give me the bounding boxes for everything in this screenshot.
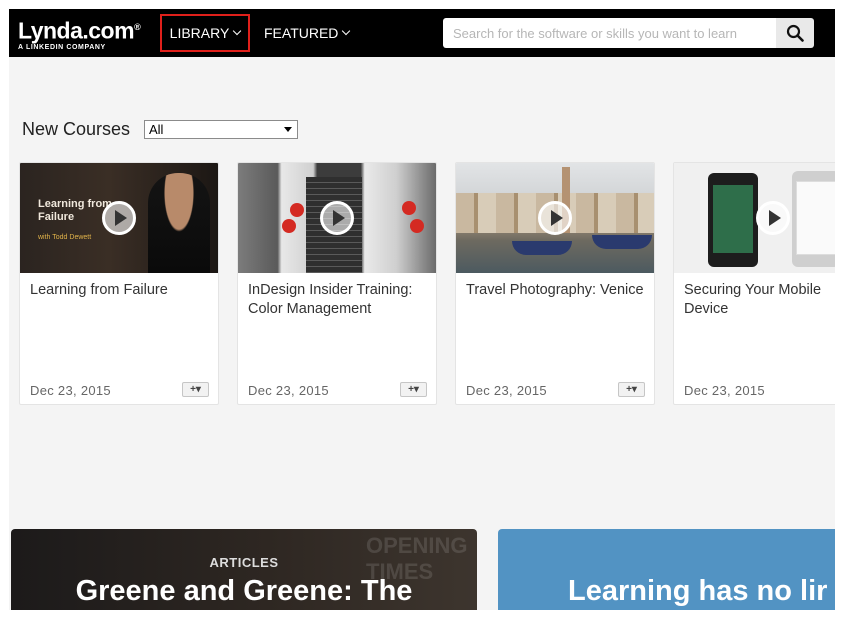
search-button[interactable] — [776, 18, 814, 48]
course-title[interactable]: Securing Your Mobile Device — [684, 281, 835, 319]
search-icon — [786, 24, 804, 42]
phone-image — [792, 171, 835, 267]
flower-image — [290, 203, 304, 217]
new-courses-title: New Courses — [22, 119, 131, 139]
logo-registered: ® — [134, 22, 141, 32]
instructor-photo — [148, 173, 210, 273]
nav-library-label: LIBRARY — [169, 25, 230, 41]
play-icon[interactable] — [538, 201, 572, 235]
add-to-playlist-button[interactable]: +▾ — [182, 382, 209, 397]
chevron-down-icon — [233, 26, 242, 36]
article-banner[interactable]: OPENING TIMES ARTICLES Greene and Greene… — [11, 529, 477, 610]
course-card[interactable]: InDesign Insider Training: Color Managem… — [237, 162, 437, 405]
course-date: Dec 23, 2015 — [684, 383, 765, 398]
promo-banner[interactable]: Learning has no lir — [498, 529, 835, 610]
add-to-playlist-button[interactable]: +▾ — [400, 382, 427, 397]
course-title[interactable]: Travel Photography: Venice — [466, 281, 646, 300]
thumbnail-author: with Todd Dewett — [38, 234, 92, 241]
dropdown-arrow-icon — [284, 127, 292, 132]
play-icon[interactable] — [320, 201, 354, 235]
promo-banner-title: Learning has no lir — [568, 575, 828, 607]
course-card[interactable]: Travel Photography: Venice Dec 23, 2015 … — [455, 162, 655, 405]
play-icon[interactable] — [102, 201, 136, 235]
lynda-logo[interactable]: Lynda.com® A LINKEDIN COMPANY — [18, 16, 141, 51]
course-card[interactable]: Learning from Failure with Todd Dewett L… — [19, 162, 219, 405]
browser-viewport: Lynda.com® A LINKEDIN COMPANY LIBRARY FE… — [9, 9, 835, 610]
add-to-playlist-button[interactable]: +▾ — [618, 382, 645, 397]
filter-selected-value: All — [149, 122, 164, 137]
search-input[interactable] — [443, 18, 776, 48]
course-title[interactable]: InDesign Insider Training: Color Managem… — [248, 281, 428, 319]
top-header: Lynda.com® A LINKEDIN COMPANY LIBRARY FE… — [9, 9, 835, 57]
logo-text: Lynda.com — [18, 17, 135, 44]
chevron-down-icon — [342, 26, 351, 36]
phone-image — [708, 173, 758, 267]
play-icon[interactable] — [756, 201, 790, 235]
banner-kicker: ARTICLES — [209, 555, 279, 570]
course-date: Dec 23, 2015 — [30, 383, 111, 398]
banner-title[interactable]: Greene and Greene: The — [11, 575, 477, 608]
logo-subtitle: A LINKEDIN COMPANY — [18, 43, 106, 51]
nav-library[interactable]: LIBRARY — [160, 14, 250, 52]
course-thumbnail[interactable]: Learning from Failure with Todd Dewett — [20, 163, 218, 273]
course-thumbnail[interactable] — [674, 163, 835, 273]
course-title[interactable]: Learning from Failure — [30, 281, 210, 300]
course-date: Dec 23, 2015 — [466, 383, 547, 398]
gondola-image — [592, 235, 652, 249]
nav-featured-label: FEATURED — [264, 25, 339, 41]
course-date: Dec 23, 2015 — [248, 383, 329, 398]
nav-featured[interactable]: FEATURED — [264, 9, 351, 57]
flower-image — [410, 219, 424, 233]
course-thumbnail[interactable] — [238, 163, 436, 273]
course-thumbnail[interactable] — [456, 163, 654, 273]
course-card[interactable]: Securing Your Mobile Device Dec 23, 2015 — [673, 162, 835, 405]
gondola-image — [512, 241, 572, 255]
flower-image — [282, 219, 296, 233]
course-filter-select[interactable]: All — [144, 120, 298, 139]
flower-image — [402, 201, 416, 215]
